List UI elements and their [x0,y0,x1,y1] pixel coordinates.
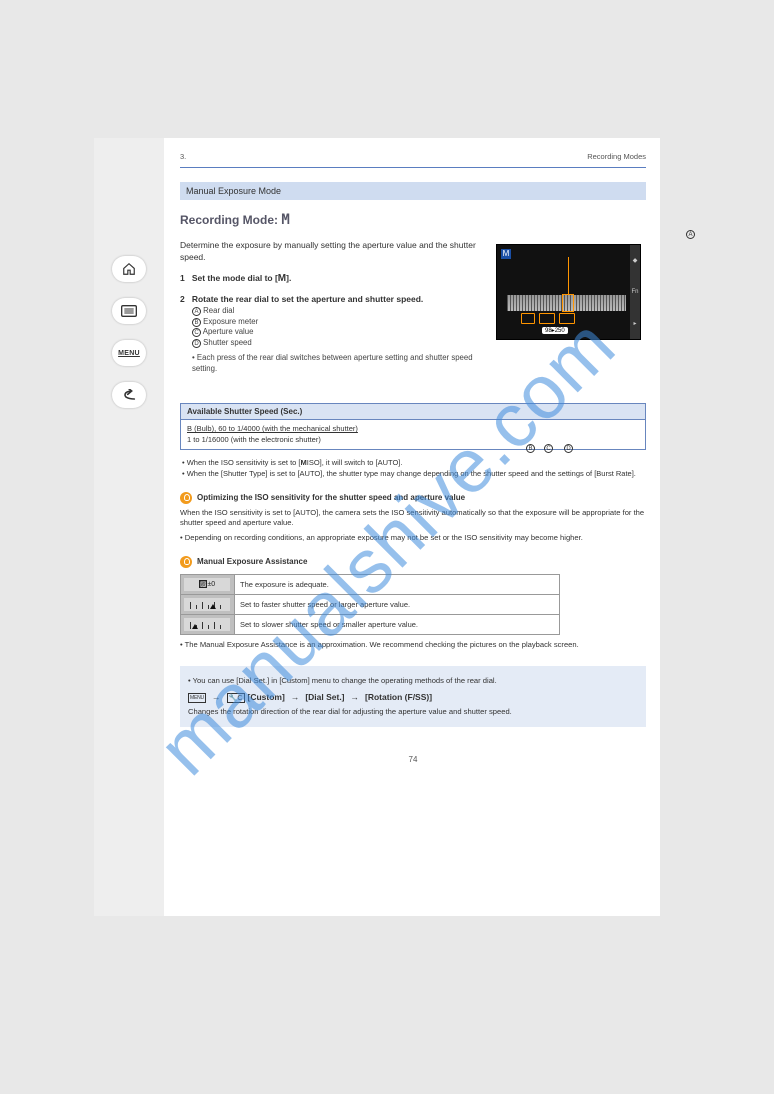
screen-highlight-a [562,294,574,312]
tip-2-header: Manual Exposure Assistance [180,556,646,568]
screen-callout-b: B [526,444,535,453]
arrow-icon: → [291,692,300,703]
tip-1-body: When the ISO sensitivity is set to [AUTO… [180,508,646,529]
callout-c-icon: C [192,328,201,337]
manual-page: 3. Recording Modes Manual Exposure Mode … [164,138,660,916]
step-1-number: 1 [180,273,185,283]
callout-d-icon: D [192,339,201,348]
table-cell-2: Set to faster shutter speed or larger ap… [235,594,560,614]
menu-path-box: • You can use [Dial Set.] in [Custom] me… [180,666,646,727]
callout-b-label: Exposure meter [203,317,258,326]
shutter-speed-row-1: B (Bulb), 60 to 1/4000 (with the mechani… [187,424,639,435]
screen-right-strip: ◆Fn▸ [630,245,640,339]
tip-1-body2: • Depending on recording conditions, an … [180,533,646,544]
callout-a-label: Rear dial [203,306,234,315]
note-2: When the [Shutter Type] is set to [AUTO]… [187,469,636,478]
shutter-speed-table: Available Shutter Speed (Sec.) B (Bulb),… [180,403,646,450]
camera-screen-illustration: M 98▸250 ◆Fn▸ [496,244,641,340]
screen-highlight-d [559,313,575,324]
step-2: 2 Rotate the rear dial to set the apertu… [180,294,486,375]
note-1a: When the ISO sensitivity is set to [ [187,458,301,467]
screen-callout-c: C [544,444,553,453]
tip-bulb-icon-2 [180,556,192,568]
mode-heading-band: Manual Exposure Mode [180,182,646,200]
mode-m-icon: M [281,212,289,228]
nav-sidebar: MENU [94,138,164,916]
arrow-icon: → [212,692,221,703]
menu-path-custom: [Custom] [248,692,285,703]
step-2-subnote: Each press of the rear dial switches bet… [192,353,473,373]
step-1-text-a: Set the mode dial to [ [192,273,278,283]
menu-path-intro: You can use [Dial Set.] in [Custom] menu… [193,676,497,685]
back-button[interactable] [112,382,146,408]
contents-button[interactable] [112,298,146,324]
table-footnote: • The Manual Exposure Assistance is an a… [180,640,646,651]
callout-b-icon: B [192,318,201,327]
table-row: Set to slower shutter speed or smaller a… [181,614,560,634]
mode-m-inline-icon: M [278,273,286,284]
shutter-speed-header: Available Shutter Speed (Sec.) [181,404,645,420]
table-cell-3: Set to slower shutter speed or smaller a… [235,614,560,634]
tip-1-header: Optimizing the ISO sensitivity for the s… [180,492,646,504]
step-1: 1 Set the mode dial to [M]. [180,272,486,286]
callout-d-label: Shutter speed [203,338,252,347]
home-button[interactable] [112,256,146,282]
menu-path-custom-icon: 🔧C [227,693,245,703]
table-cell-1: The exposure is adequate. [235,574,560,594]
table-row: ▨±0 The exposure is adequate. [181,574,560,594]
meter-icon-minus [181,614,235,634]
screen-ss-value: 98▸250 [542,327,568,334]
menu-path-tail: Changes the rotation direction of the re… [188,707,638,717]
section-number: 3. [180,152,186,161]
screen-callout-a: A [686,230,695,239]
step-2-text: Rotate the rear dial to set the aperture… [192,294,423,304]
menu-path-menu-icon: MENU [188,693,206,703]
page-number: 74 [180,755,646,764]
home-icon [122,262,136,276]
note-1b: ISO], it will switch to [AUTO]. [307,458,403,467]
table-row: Set to faster shutter speed or larger ap… [181,594,560,614]
recording-mode-label: Recording Mode: [180,213,281,227]
menu-path-row: MENU → 🔧C [Custom] → [Dial Set.] → [Rota… [188,692,638,703]
arrow-icon: → [351,692,360,703]
section-title: Recording Modes [587,152,646,161]
callout-line [568,257,569,295]
callout-c-label: Aperture value [203,327,254,336]
step-2-number: 2 [180,294,185,304]
menu-path-dialset: [Dial Set.] [305,692,344,703]
tip-bulb-icon [180,492,192,504]
tip-1-title: Optimizing the ISO sensitivity for the s… [197,493,465,502]
meter-icon-center: ▨±0 [181,574,235,594]
menu-button[interactable]: MENU [112,340,146,366]
note-block: • When the ISO sensitivity is set to [MI… [180,458,646,480]
back-icon [121,389,137,401]
screen-highlight-b [521,313,535,324]
callout-a-icon: A [192,307,201,316]
exposure-assist-table: ▨±0 The exposure is adequate. Set to fas… [180,574,560,635]
menu-icon-text: MENU [118,350,140,357]
page-header: 3. Recording Modes [180,152,646,161]
tip-2-title: Manual Exposure Assistance [197,557,307,566]
contents-icon [121,305,137,317]
header-rule [180,167,646,168]
menu-path-rotation: [Rotation (F/SS)] [365,692,432,703]
recording-mode-line: Recording Mode: M [180,212,646,228]
screen-callout-d: D [564,444,573,453]
screen-highlight-c [539,313,555,324]
meter-icon-plus [181,594,235,614]
intro-text: Determine the exposure by manually setti… [180,240,486,264]
step-1-text-b: ]. [286,273,291,283]
screen-mode-badge: M [501,249,511,259]
